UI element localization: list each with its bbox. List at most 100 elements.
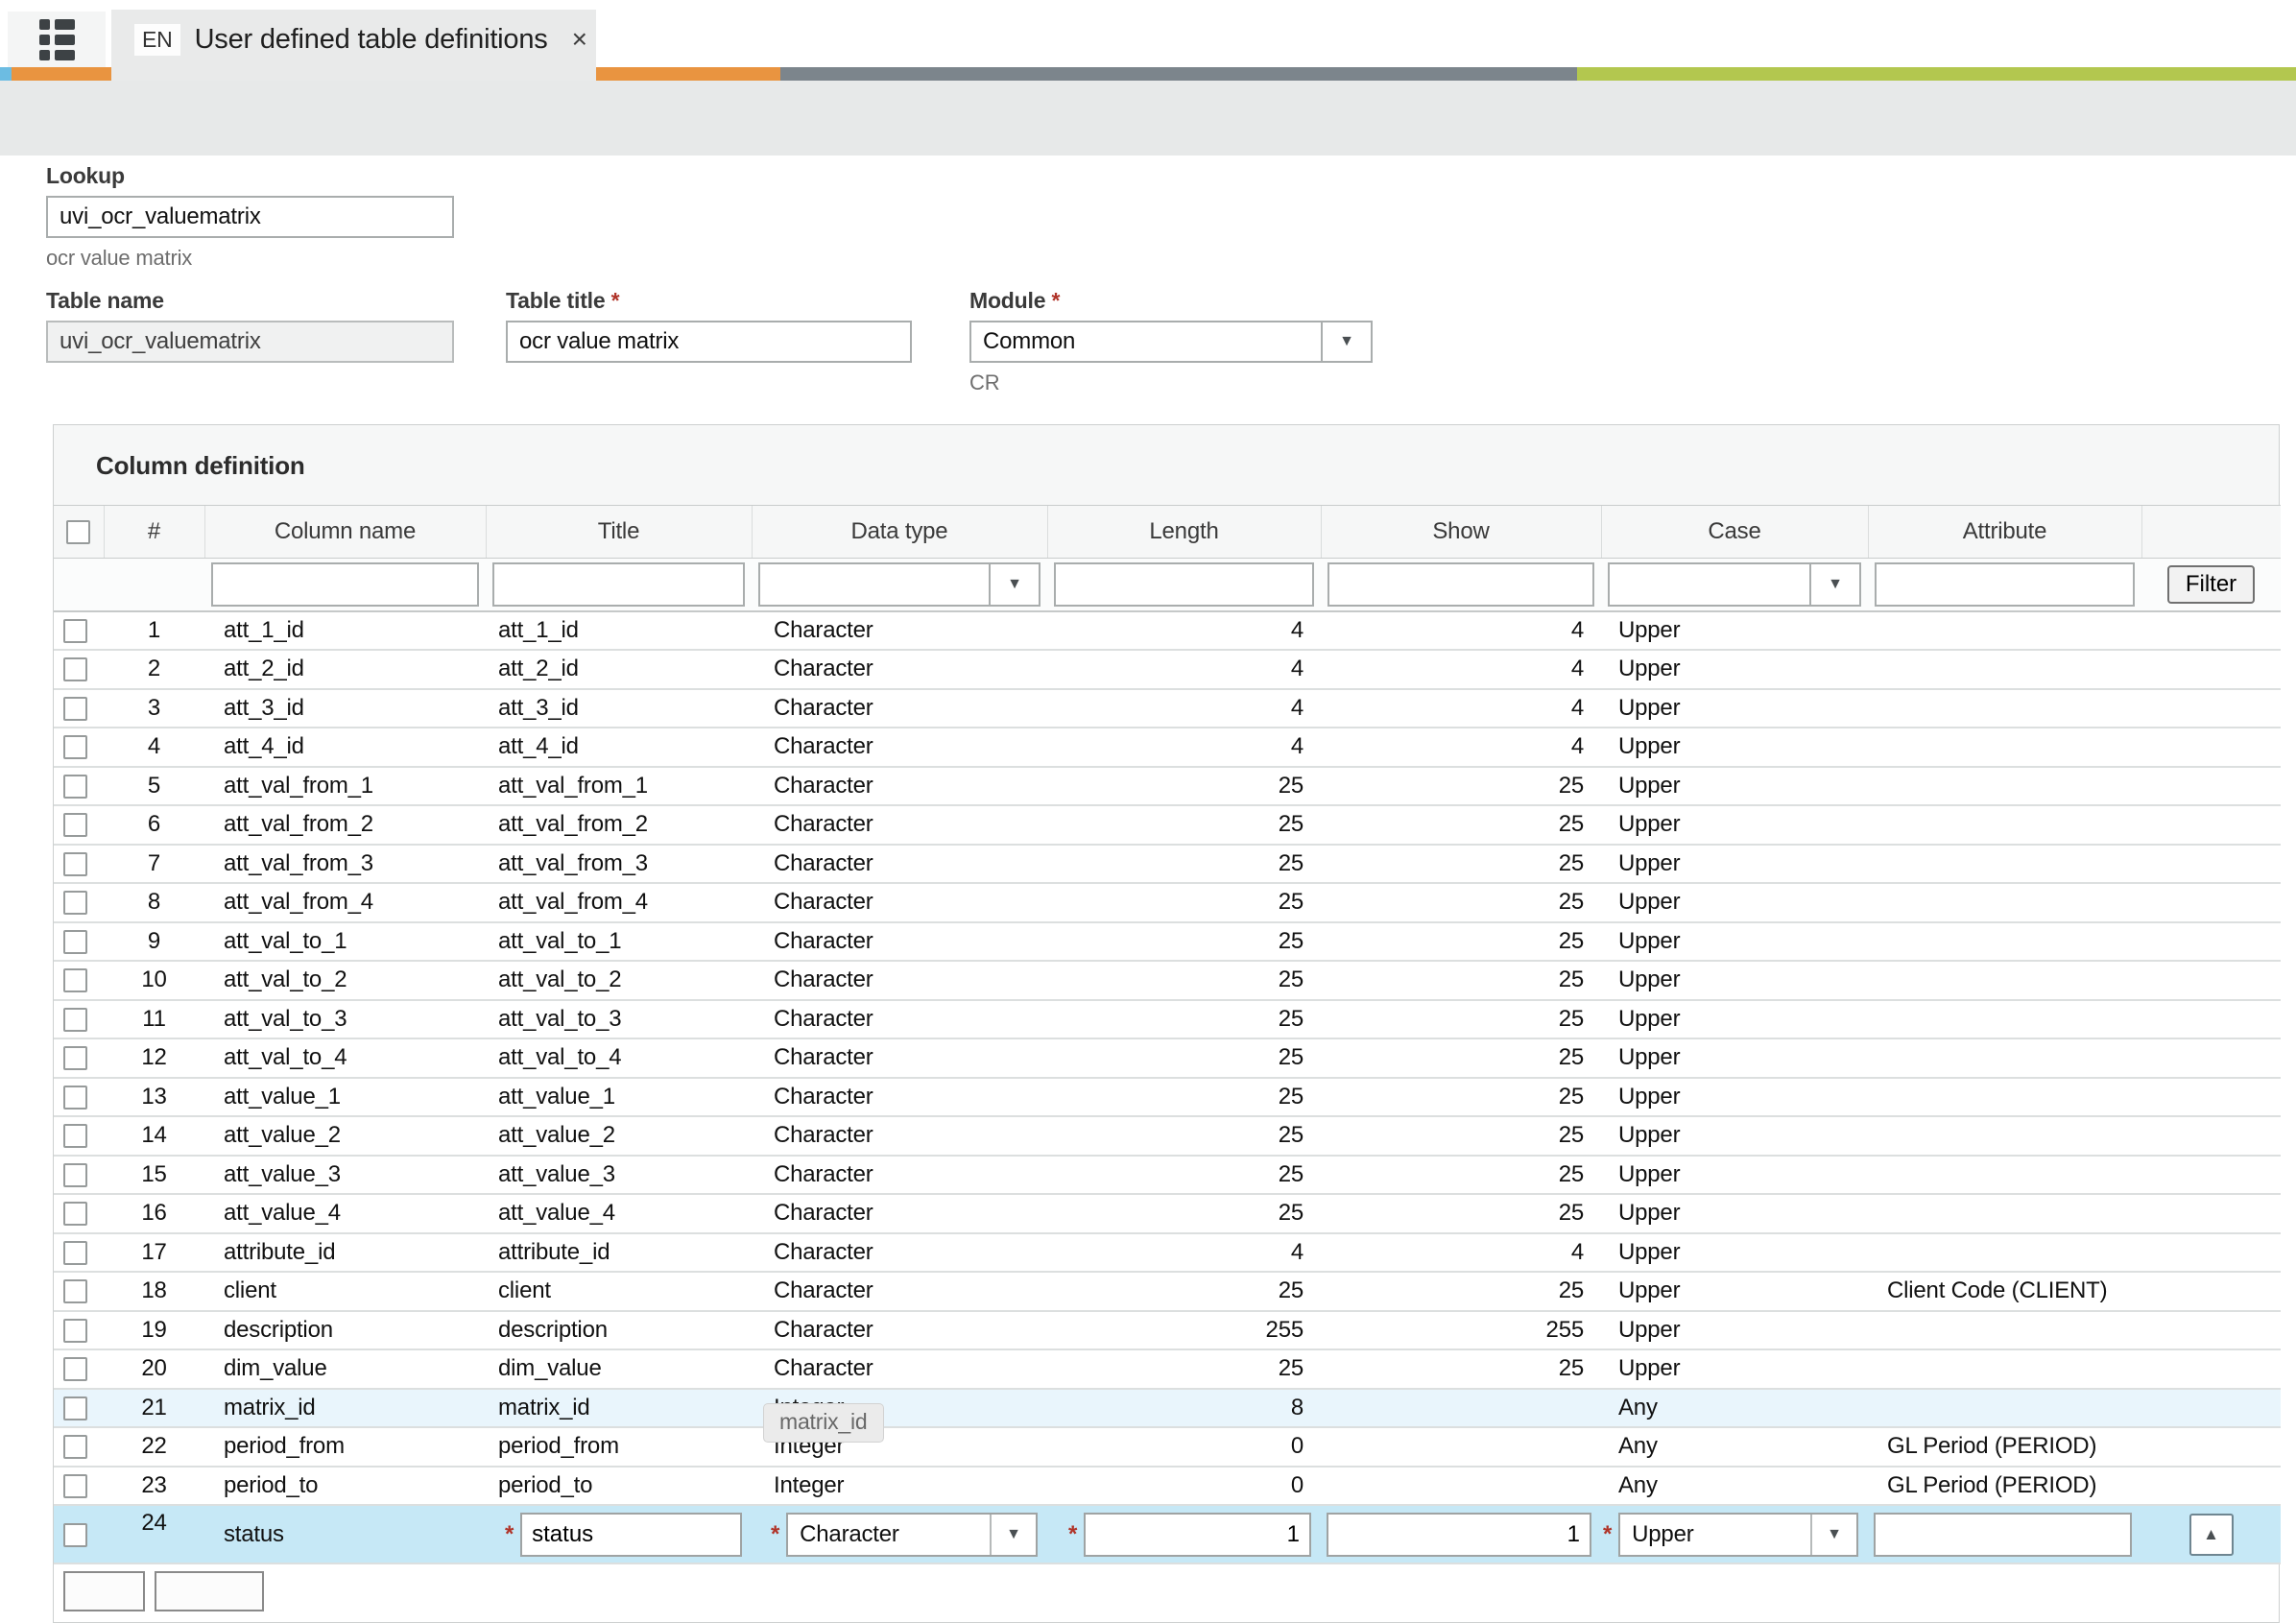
filter-length-input[interactable] bbox=[1054, 562, 1314, 607]
edit-show-input[interactable] bbox=[1327, 1513, 1591, 1557]
row-checkbox[interactable] bbox=[63, 1124, 87, 1148]
edit-data-type-select[interactable]: Character ▼ bbox=[786, 1513, 1038, 1557]
row-checkbox[interactable] bbox=[63, 619, 87, 643]
cell-title: att_val_from_1 bbox=[486, 767, 752, 806]
row-checkbox[interactable] bbox=[63, 1086, 87, 1110]
row-checkbox[interactable] bbox=[63, 1279, 87, 1303]
table-row[interactable]: 10 att_val_to_2 att_val_to_2 Character 2… bbox=[54, 961, 2281, 1000]
row-checkbox[interactable] bbox=[63, 1008, 87, 1032]
cell-data-type: Character bbox=[752, 961, 1047, 1000]
cell-show: 25 bbox=[1321, 1078, 1601, 1117]
table-row[interactable]: 14 att_value_2 att_value_2 Character 25 … bbox=[54, 1116, 2281, 1156]
footer-button-2[interactable] bbox=[155, 1571, 264, 1611]
cell-title-edit: * bbox=[486, 1505, 752, 1563]
table-row[interactable]: 21 matrix_id matrix_id Integer 8 Any bbox=[54, 1389, 2281, 1428]
row-checkbox[interactable] bbox=[63, 930, 87, 954]
row-checkbox[interactable] bbox=[63, 1241, 87, 1265]
row-select-cell bbox=[54, 1505, 104, 1563]
cell-attribute: GL Period (PERIOD) bbox=[1868, 1467, 2141, 1506]
edit-length-input[interactable] bbox=[1084, 1513, 1311, 1557]
row-checkbox[interactable] bbox=[63, 891, 87, 915]
row-checkbox[interactable] bbox=[63, 1319, 87, 1343]
cell-action bbox=[2141, 1349, 2281, 1389]
edit-attribute-input[interactable] bbox=[1874, 1513, 2132, 1557]
table-row[interactable]: 8 att_val_from_4 att_val_from_4 Characte… bbox=[54, 883, 2281, 922]
edit-title-input[interactable] bbox=[520, 1513, 742, 1557]
top-bar: EN User defined table definitions × bbox=[0, 0, 2296, 67]
row-checkbox[interactable] bbox=[63, 1435, 87, 1459]
row-checkbox[interactable] bbox=[63, 1163, 87, 1187]
table-row[interactable]: 18 client client Character 25 25 Upper C… bbox=[54, 1272, 2281, 1311]
table-title-input[interactable] bbox=[506, 321, 912, 363]
collapse-row-button[interactable]: ▲ bbox=[2189, 1514, 2234, 1556]
filter-column-name-input[interactable] bbox=[211, 562, 479, 607]
row-checkbox[interactable] bbox=[63, 1523, 87, 1547]
header-number: # bbox=[104, 506, 204, 559]
menu-button[interactable] bbox=[8, 12, 106, 67]
filter-button[interactable]: Filter bbox=[2167, 565, 2255, 604]
row-checkbox[interactable] bbox=[63, 1357, 87, 1381]
row-checkbox[interactable] bbox=[63, 852, 87, 876]
cell-column-name: att_val_to_3 bbox=[204, 1000, 486, 1039]
row-checkbox[interactable] bbox=[63, 735, 87, 759]
row-checkbox[interactable] bbox=[63, 1396, 87, 1420]
filter-title-input[interactable] bbox=[492, 562, 745, 607]
cell-action bbox=[2141, 1467, 2281, 1506]
table-row[interactable]: 1 att_1_id att_1_id Character 4 4 Upper bbox=[54, 611, 2281, 651]
filter-case-select[interactable]: ▼ bbox=[1608, 562, 1861, 607]
cell-case-edit: * Upper ▼ bbox=[1601, 1505, 1868, 1563]
table-row[interactable]: 2 att_2_id att_2_id Character 4 4 Upper bbox=[54, 650, 2281, 689]
table-row[interactable]: 5 att_val_from_1 att_val_from_1 Characte… bbox=[54, 767, 2281, 806]
row-checkbox[interactable] bbox=[63, 813, 87, 837]
table-row[interactable]: 11 att_val_to_3 att_val_to_3 Character 2… bbox=[54, 1000, 2281, 1039]
cell-column-name: att_val_from_4 bbox=[204, 883, 486, 922]
table-row[interactable]: 19 description description Character 255… bbox=[54, 1311, 2281, 1350]
cell-column-name: att_value_3 bbox=[204, 1156, 486, 1195]
cell-data-type: Character bbox=[752, 1116, 1047, 1156]
table-row[interactable]: 16 att_value_4 att_value_4 Character 25 … bbox=[54, 1194, 2281, 1233]
table-row[interactable]: 12 att_val_to_4 att_val_to_4 Character 2… bbox=[54, 1038, 2281, 1078]
row-checkbox[interactable] bbox=[63, 775, 87, 799]
chevron-down-icon[interactable]: ▼ bbox=[990, 1515, 1036, 1555]
chevron-down-icon[interactable]: ▼ bbox=[989, 564, 1039, 605]
row-checkbox[interactable] bbox=[63, 1474, 87, 1498]
filter-show-input[interactable] bbox=[1327, 562, 1594, 607]
chevron-down-icon[interactable]: ▼ bbox=[1810, 1515, 1856, 1555]
table-row[interactable]: 9 att_val_to_1 att_val_to_1 Character 25… bbox=[54, 922, 2281, 962]
table-row[interactable]: 15 att_value_3 att_value_3 Character 25 … bbox=[54, 1156, 2281, 1195]
table-row[interactable]: 4 att_4_id att_4_id Character 4 4 Upper bbox=[54, 728, 2281, 767]
cell-attribute: Client Code (CLIENT) bbox=[1868, 1272, 2141, 1311]
select-all-checkbox[interactable] bbox=[66, 520, 90, 544]
cell-case: Upper bbox=[1601, 1349, 1868, 1389]
table-row[interactable]: 17 attribute_id attribute_id Character 4… bbox=[54, 1233, 2281, 1273]
edit-row[interactable]: 24 status * * Character ▼ bbox=[54, 1505, 2281, 1563]
cell-title: att_val_to_3 bbox=[486, 1000, 752, 1039]
filter-attribute-input[interactable] bbox=[1875, 562, 2135, 607]
row-checkbox[interactable] bbox=[63, 697, 87, 721]
row-checkbox[interactable] bbox=[63, 1202, 87, 1226]
tab-close-icon[interactable]: × bbox=[572, 26, 587, 53]
edit-case-select[interactable]: Upper ▼ bbox=[1618, 1513, 1858, 1557]
filter-select-cell bbox=[54, 559, 104, 611]
table-row[interactable]: 22 period_from period_from Integer 0 Any… bbox=[54, 1427, 2281, 1467]
row-checkbox[interactable] bbox=[63, 968, 87, 992]
language-badge: EN bbox=[134, 24, 180, 56]
lookup-input[interactable] bbox=[46, 196, 454, 238]
table-row[interactable]: 13 att_value_1 att_value_1 Character 25 … bbox=[54, 1078, 2281, 1117]
table-row[interactable]: 23 period_to period_to Integer 0 Any GL … bbox=[54, 1467, 2281, 1506]
row-checkbox[interactable] bbox=[63, 1046, 87, 1070]
cell-show: 25 bbox=[1321, 922, 1601, 962]
row-checkbox[interactable] bbox=[63, 657, 87, 681]
table-row[interactable]: 3 att_3_id att_3_id Character 4 4 Upper bbox=[54, 689, 2281, 728]
tab-user-defined-table-definitions[interactable]: EN User defined table definitions × bbox=[111, 10, 596, 81]
table-row[interactable]: 20 dim_value dim_value Character 25 25 U… bbox=[54, 1349, 2281, 1389]
footer-button-1[interactable] bbox=[63, 1571, 145, 1611]
chevron-down-icon[interactable]: ▼ bbox=[1809, 564, 1859, 605]
table-row[interactable]: 6 att_val_from_2 att_val_from_2 Characte… bbox=[54, 805, 2281, 845]
row-select-cell bbox=[54, 1272, 104, 1311]
module-select[interactable]: Common ▼ bbox=[969, 321, 1373, 363]
chevron-down-icon[interactable]: ▼ bbox=[1321, 322, 1371, 361]
cell-data-type: Character bbox=[752, 1156, 1047, 1195]
table-row[interactable]: 7 att_val_from_3 att_val_from_3 Characte… bbox=[54, 845, 2281, 884]
filter-data-type-select[interactable]: ▼ bbox=[758, 562, 1040, 607]
